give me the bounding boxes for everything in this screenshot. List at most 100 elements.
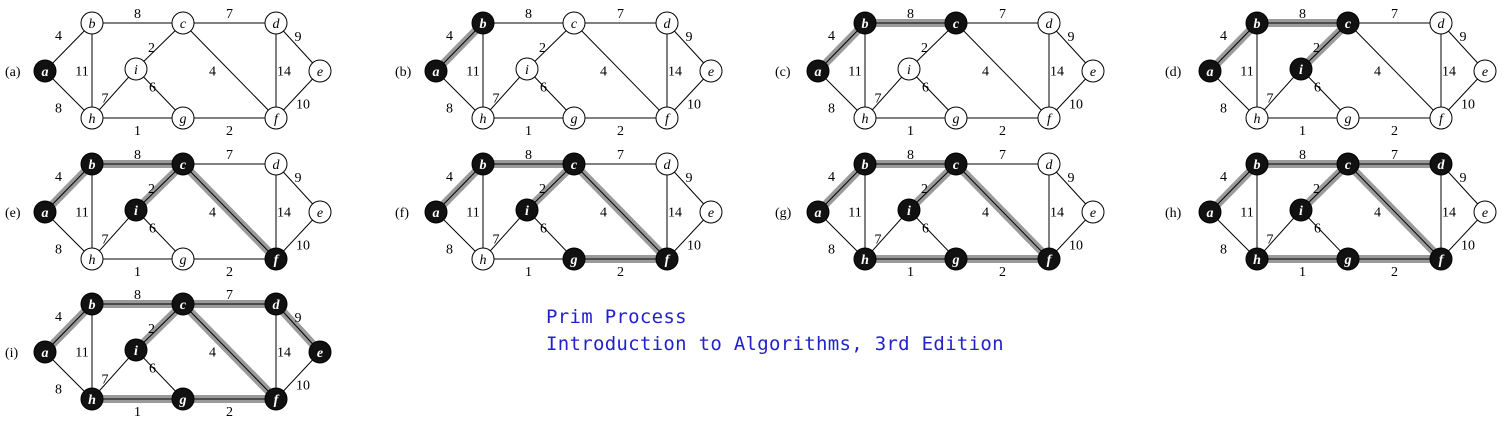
vertex-label: c — [180, 17, 187, 32]
edge-weight: 2 — [226, 124, 233, 139]
vertex-label: d — [273, 17, 281, 32]
vertex-label: c — [180, 298, 187, 313]
edge-weight: 2 — [226, 405, 233, 420]
edge-weight: 10 — [296, 239, 310, 254]
edge-weight: 9 — [686, 171, 693, 186]
edge-weight: 10 — [296, 379, 310, 394]
edge-weight: 4 — [1374, 206, 1381, 221]
edge-weight: 7 — [875, 233, 882, 248]
vertex-label: a — [1207, 65, 1214, 80]
edge-weight: 9 — [1460, 171, 1467, 186]
edge-weight: 7 — [226, 148, 233, 163]
vertex-label: d — [664, 158, 672, 173]
edge-weight: 7 — [493, 92, 500, 107]
edge-weight: 6 — [922, 222, 929, 237]
edge-weight: 2 — [617, 265, 624, 280]
graph-panel-0: (a)48118 724914107162ab c defghi — [5, 7, 332, 139]
vertex-label: d — [1438, 158, 1446, 173]
vertex-label: i — [134, 204, 138, 219]
vertex-label: g — [952, 253, 960, 268]
edge-weight: 9 — [686, 30, 693, 45]
edge-weight: 10 — [296, 98, 310, 113]
vertex-label: i — [1299, 63, 1303, 78]
vertex-label: c — [1345, 17, 1352, 32]
vertex-label: d — [1438, 17, 1446, 32]
edge-c-f — [182, 303, 277, 400]
vertex-label: e — [1482, 65, 1488, 80]
edge-weight: 4 — [209, 346, 216, 361]
edge-weight: 14 — [277, 65, 291, 80]
panel-label: (h) — [1165, 206, 1182, 221]
edge-c-f — [573, 22, 668, 119]
edge-weight: 14 — [1050, 206, 1064, 221]
edge-weight: 7 — [1391, 148, 1398, 163]
vertex-label: e — [1090, 65, 1096, 80]
edge-weight: 9 — [1068, 171, 1075, 186]
vertex-label: g — [571, 112, 578, 127]
edge-weight: 10 — [1461, 239, 1475, 254]
edge-weight: 7 — [1391, 7, 1398, 22]
edge-weight: 14 — [668, 65, 682, 80]
edge-weight: 1 — [1299, 265, 1306, 280]
edge-c-f — [573, 163, 668, 260]
vertex-label: b — [89, 17, 96, 32]
edge-weight: 8 — [55, 243, 62, 258]
edge-weight: 7 — [102, 373, 109, 388]
vertex-label: g — [179, 393, 187, 408]
edge-weight: 9 — [1460, 30, 1467, 45]
edge-weight: 4 — [982, 65, 989, 80]
vertex-label: h — [480, 253, 487, 268]
edge-weight: 8 — [55, 102, 62, 117]
edge-weight: 6 — [922, 81, 929, 96]
vertex-label: e — [317, 65, 323, 80]
vertex-label: i — [525, 204, 529, 219]
panel-label: (b) — [395, 65, 412, 80]
vertex-label: d — [664, 17, 672, 32]
edge-weight: 4 — [828, 170, 835, 185]
edge-weight: 8 — [55, 383, 62, 398]
edge-weight: 2 — [226, 265, 233, 280]
edge-weight: 2 — [148, 41, 155, 56]
edge-weight: 11 — [848, 65, 861, 80]
edge-weight: 8 — [828, 102, 835, 117]
vertex-label: b — [1254, 17, 1261, 32]
vertex-label: e — [317, 346, 323, 361]
edge-weight: 8 — [1299, 7, 1306, 22]
edge-weight: 2 — [1391, 265, 1398, 280]
edge-weight: 1 — [134, 124, 141, 139]
edge-weight: 8 — [446, 243, 453, 258]
edge-weight: 14 — [1050, 65, 1064, 80]
vertex-label: i — [1299, 204, 1303, 219]
vertex-label: h — [1254, 112, 1261, 127]
vertex-label: h — [89, 112, 96, 127]
vertex-label: g — [570, 253, 578, 268]
edge-weight: 9 — [295, 30, 302, 45]
edge-weight: 4 — [1220, 29, 1227, 44]
edge-weight: 8 — [446, 102, 453, 117]
vertex-label: a — [433, 206, 440, 221]
edge-weight: 4 — [1374, 65, 1381, 80]
vertex-label: b — [89, 158, 96, 173]
edge-weight: 4 — [1220, 170, 1227, 185]
edge-c-f — [182, 22, 277, 119]
vertex-label: a — [42, 206, 49, 221]
edge-weight: 11 — [75, 65, 88, 80]
edge-weight: 14 — [277, 346, 291, 361]
edge-weight: 8 — [134, 148, 141, 163]
edge-weight: 7 — [493, 233, 500, 248]
vertex-label: h — [480, 112, 487, 127]
edge-weight: 7 — [617, 148, 624, 163]
edge-weight: 2 — [617, 124, 624, 139]
vertex-label: e — [317, 206, 323, 221]
edge-weight: 10 — [1069, 98, 1083, 113]
edge-weight: 9 — [295, 311, 302, 326]
edge-c-f — [1347, 163, 1442, 260]
edge-weight: 8 — [907, 148, 914, 163]
panel-label: (d) — [1165, 65, 1182, 80]
vertex-label: h — [88, 393, 96, 408]
edge-weight: 6 — [149, 81, 156, 96]
vertex-label: c — [571, 17, 578, 32]
vertex-label: i — [525, 63, 529, 78]
edge-weight: 2 — [999, 265, 1006, 280]
vertex-label: b — [480, 158, 487, 173]
